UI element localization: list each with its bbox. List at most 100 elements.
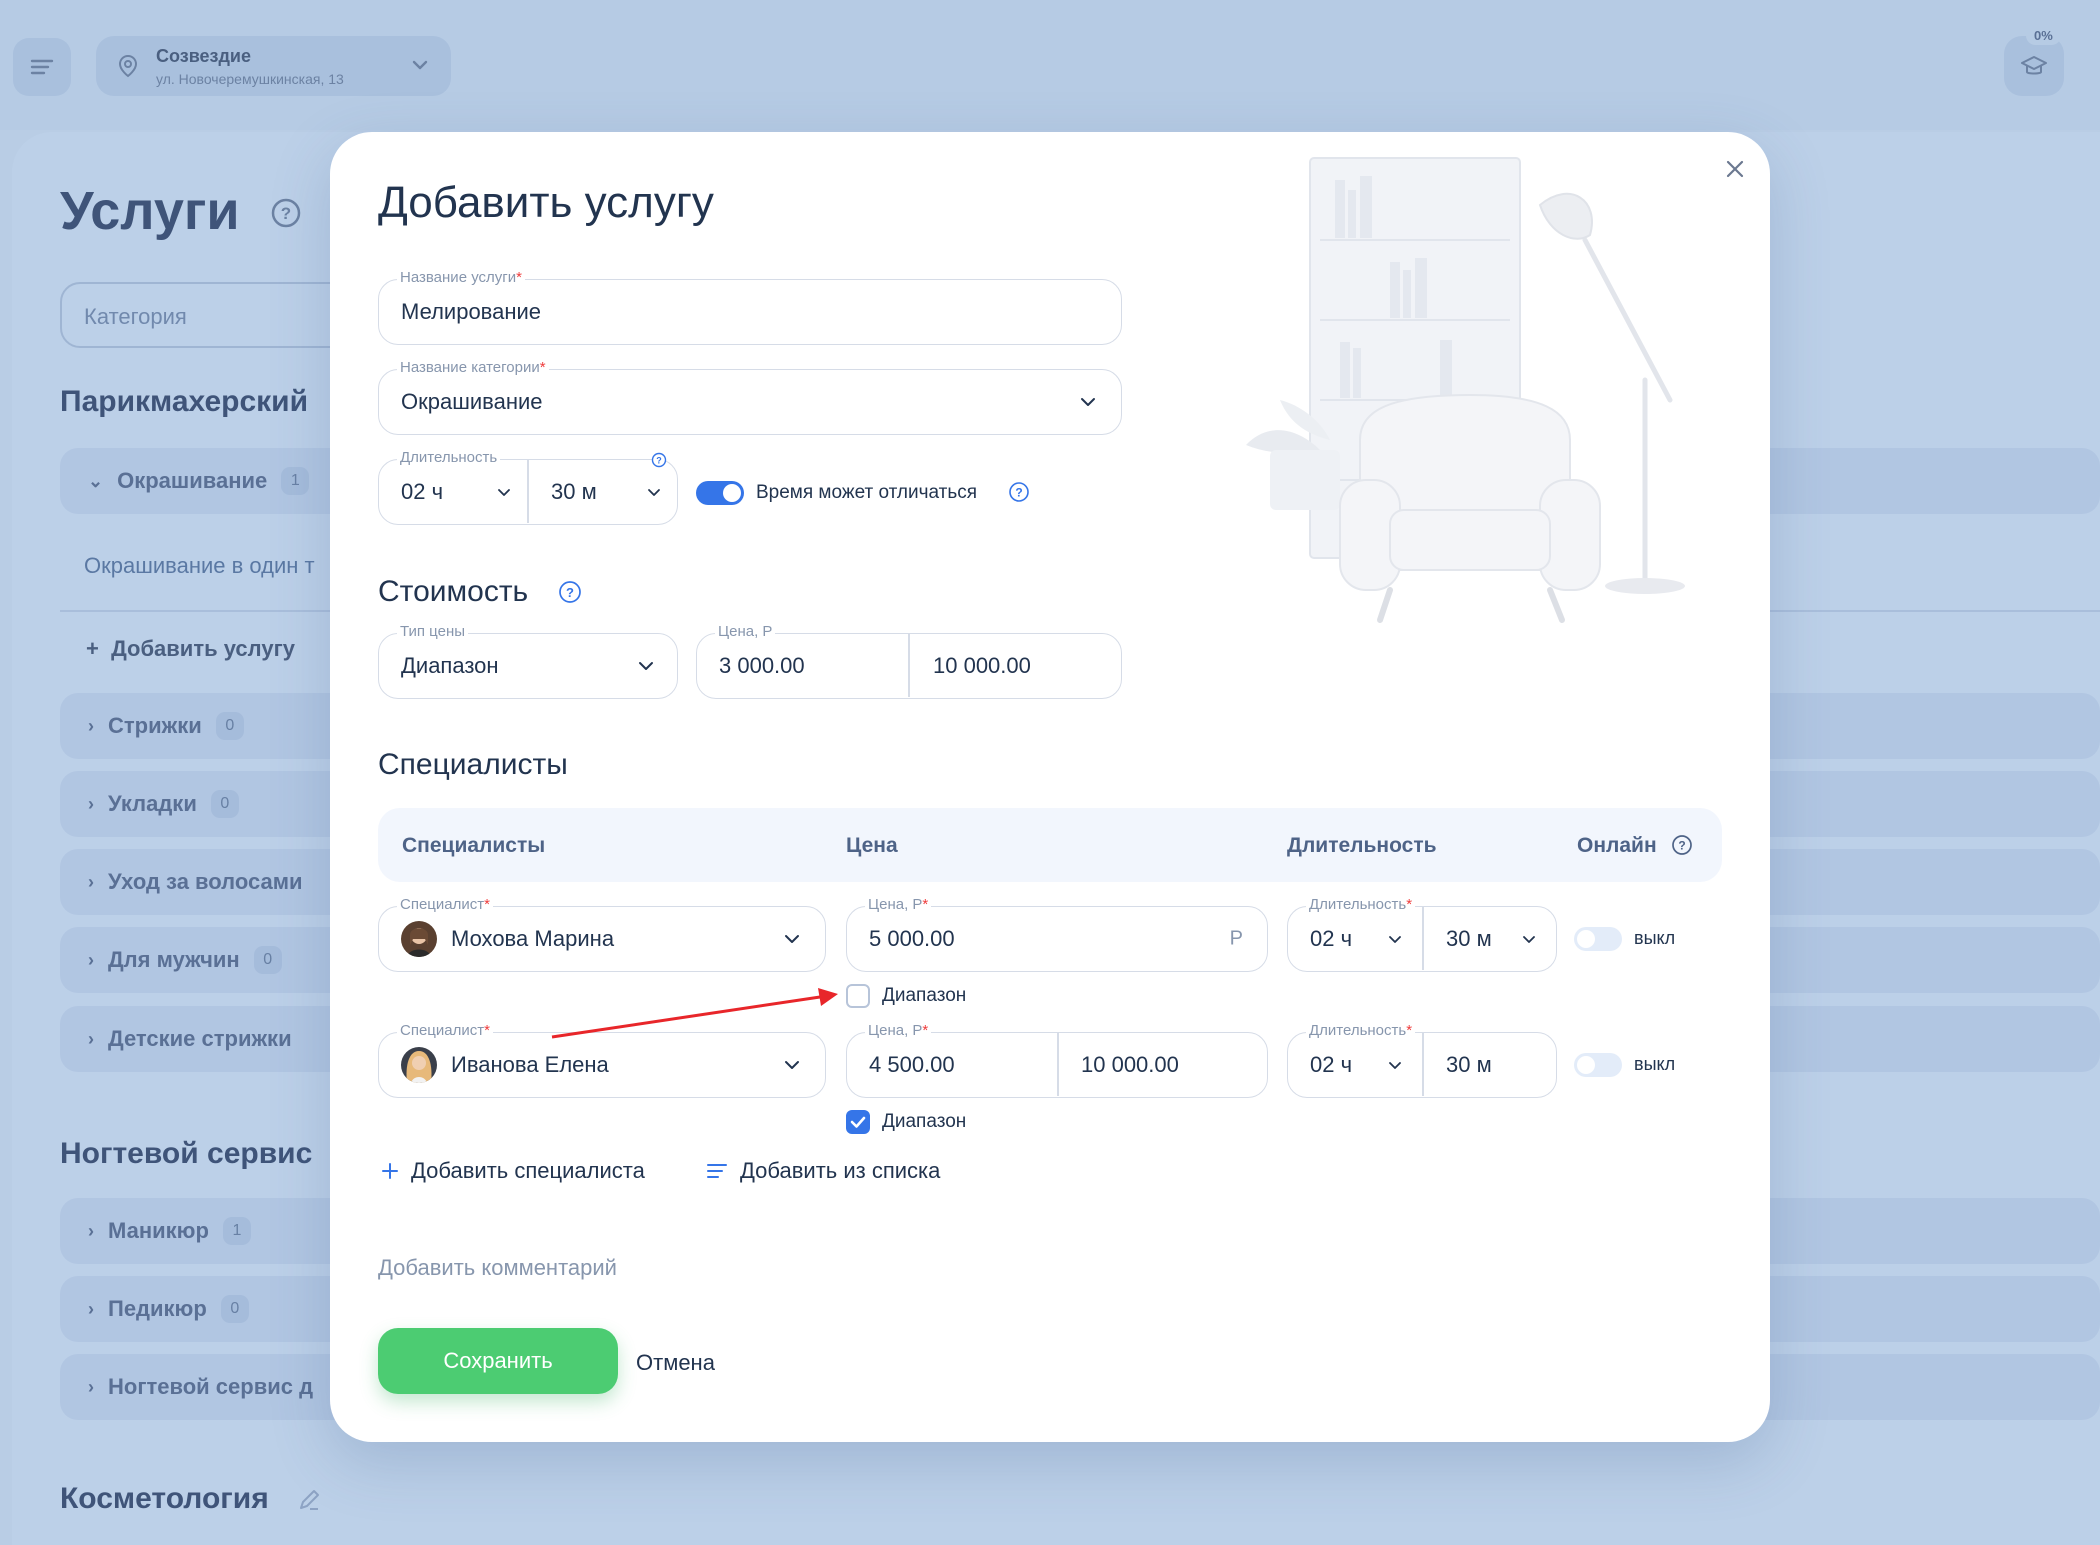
duration-minutes-select[interactable]: 30 м: [1446, 1052, 1492, 1078]
range-label: Диапазон: [882, 1111, 967, 1132]
time-may-vary-label: Время может отличаться: [756, 482, 978, 503]
cost-section-title: Стоимость: [378, 575, 529, 608]
avatar: [401, 921, 437, 957]
help-icon[interactable]: ?: [1671, 834, 1693, 856]
price-type-value: Диапазон: [401, 653, 499, 678]
column-header-price: Цена: [846, 834, 898, 857]
specialist-label: Специалист: [400, 1022, 485, 1039]
duration-hours-select[interactable]: 02 ч: [1310, 926, 1352, 952]
category-label: Педикюр: [108, 1296, 207, 1321]
range-checkbox[interactable]: [846, 1110, 870, 1134]
save-button[interactable]: Сохранить: [378, 1328, 618, 1394]
online-toggle[interactable]: [1574, 1053, 1622, 1077]
svg-text:?: ?: [1678, 839, 1685, 853]
category-count: 1: [281, 467, 310, 495]
duration-hours-select[interactable]: 02 ч: [401, 479, 443, 505]
chevron-right-icon: ›: [88, 1298, 94, 1319]
price-from-input[interactable]: 3 000.00: [719, 653, 805, 679]
top-bar: Созвездие ул. Новочеремушкинская, 13 0%: [0, 0, 2100, 130]
time-may-vary-toggle[interactable]: [696, 481, 744, 505]
specialists-section-title: Специалисты: [378, 748, 568, 781]
svg-text:?: ?: [1015, 486, 1022, 500]
chevron-right-icon: ›: [88, 1376, 94, 1397]
divider: [1422, 1033, 1424, 1096]
duration-minutes-select[interactable]: 30 м: [1446, 926, 1492, 952]
specialist-duration-field: Длительность* 02 ч 30 м: [1287, 896, 1557, 972]
price-to-input[interactable]: 10 000.00: [1081, 1052, 1179, 1078]
chevron-down-icon: [498, 489, 510, 496]
group-title: Парикмахерский: [60, 385, 309, 418]
chevron-right-icon: ›: [88, 949, 94, 970]
help-icon[interactable]: ?: [558, 580, 582, 604]
checkmark-icon: [850, 1116, 866, 1128]
service-name-field[interactable]: Название услуги* Мелирование: [378, 269, 1122, 345]
price-type-select[interactable]: Тип цены Диапазон: [378, 623, 678, 699]
price-from-input[interactable]: 4 500.00: [869, 1052, 955, 1078]
help-icon[interactable]: ?: [651, 452, 667, 468]
location-selector[interactable]: Созвездие ул. Новочеремушкинская, 13: [96, 36, 451, 96]
range-checkbox[interactable]: [846, 984, 870, 1008]
divider: [908, 634, 910, 697]
duration-label: Длительность: [1309, 1022, 1407, 1039]
help-icon[interactable]: ?: [270, 197, 302, 229]
divider: [1057, 1033, 1059, 1096]
room-illustration: [1246, 157, 1685, 623]
edit-icon[interactable]: [296, 1487, 322, 1513]
category-count: 0: [210, 790, 239, 818]
category-count: 0: [220, 1295, 249, 1323]
category-label: Уход за волосами: [108, 869, 303, 894]
duration-minutes-select[interactable]: 30 м: [551, 479, 597, 505]
close-icon[interactable]: [1722, 156, 1748, 182]
group-title: Косметология: [60, 1482, 269, 1515]
menu-button[interactable]: [13, 38, 71, 96]
chevron-down-icon: [648, 489, 660, 496]
help-icon[interactable]: ?: [1008, 481, 1030, 503]
service-name-label: Название услуги: [400, 269, 517, 286]
duration-hours-select[interactable]: 02 ч: [1310, 1052, 1352, 1078]
chevron-down-icon: [1081, 398, 1095, 406]
page-title: Услуги: [60, 181, 240, 241]
group-title: Ногтевой сервис: [60, 1137, 313, 1170]
range-label: Диапазон: [882, 985, 967, 1006]
specialist-price-field[interactable]: Цена, Р* 5 000.00 Р: [846, 896, 1268, 972]
specialist-name: Мохова Марина: [451, 926, 615, 951]
add-service-link[interactable]: + Добавить услугу: [86, 636, 295, 662]
service-item[interactable]: Окрашивание в один т: [84, 553, 315, 579]
column-header-duration: Длительность: [1287, 834, 1437, 857]
chevron-down-icon: [1523, 936, 1535, 943]
specialist-select[interactable]: Специалист* Иванова Елена: [378, 1022, 826, 1098]
add-from-list-button[interactable]: Добавить из списка: [706, 1158, 940, 1184]
online-status: выкл: [1634, 928, 1676, 948]
specialists-table-header: [378, 808, 1722, 882]
category-value: Окрашивание: [401, 389, 543, 414]
add-from-list-label: Добавить из списка: [740, 1158, 941, 1183]
specialist-duration-field: Длительность* 02 ч 30 м: [1287, 1022, 1557, 1098]
required-mark: *: [1406, 896, 1413, 913]
category-label: Ногтевой сервис д: [108, 1374, 314, 1399]
divider: [1422, 907, 1424, 970]
divider: [527, 460, 529, 523]
chevron-right-icon: ›: [88, 1028, 94, 1049]
price-label: Цена, Р: [868, 1022, 923, 1039]
add-specialist-button[interactable]: Добавить специалиста: [381, 1158, 645, 1184]
progress-badge: 0%: [2026, 26, 2061, 45]
category-search-input[interactable]: Категория: [60, 282, 360, 348]
category-count: 0: [215, 712, 244, 740]
cancel-button[interactable]: Отмена: [636, 1350, 715, 1376]
category-label: Маникюр: [108, 1218, 209, 1243]
service-name-value: Мелирование: [401, 299, 542, 324]
price-to-input[interactable]: 10 000.00: [933, 653, 1031, 679]
onboarding-button[interactable]: [2004, 36, 2064, 96]
specialist-select[interactable]: Специалист* Мохова Марина: [378, 896, 826, 972]
svg-text:?: ?: [566, 585, 574, 600]
add-comment-link[interactable]: Добавить комментарий: [378, 1255, 617, 1281]
price-type-label: Тип цены: [397, 623, 469, 640]
chevron-down-icon: [1389, 936, 1401, 943]
category-select[interactable]: Название категории* Окрашивание: [378, 359, 1122, 435]
online-status: выкл: [1634, 1054, 1676, 1074]
chevron-right-icon: ›: [88, 793, 94, 814]
category-label: Стрижки: [108, 713, 202, 738]
online-toggle[interactable]: [1574, 927, 1622, 951]
chevron-down-icon: [785, 935, 799, 943]
required-mark: *: [539, 359, 546, 376]
